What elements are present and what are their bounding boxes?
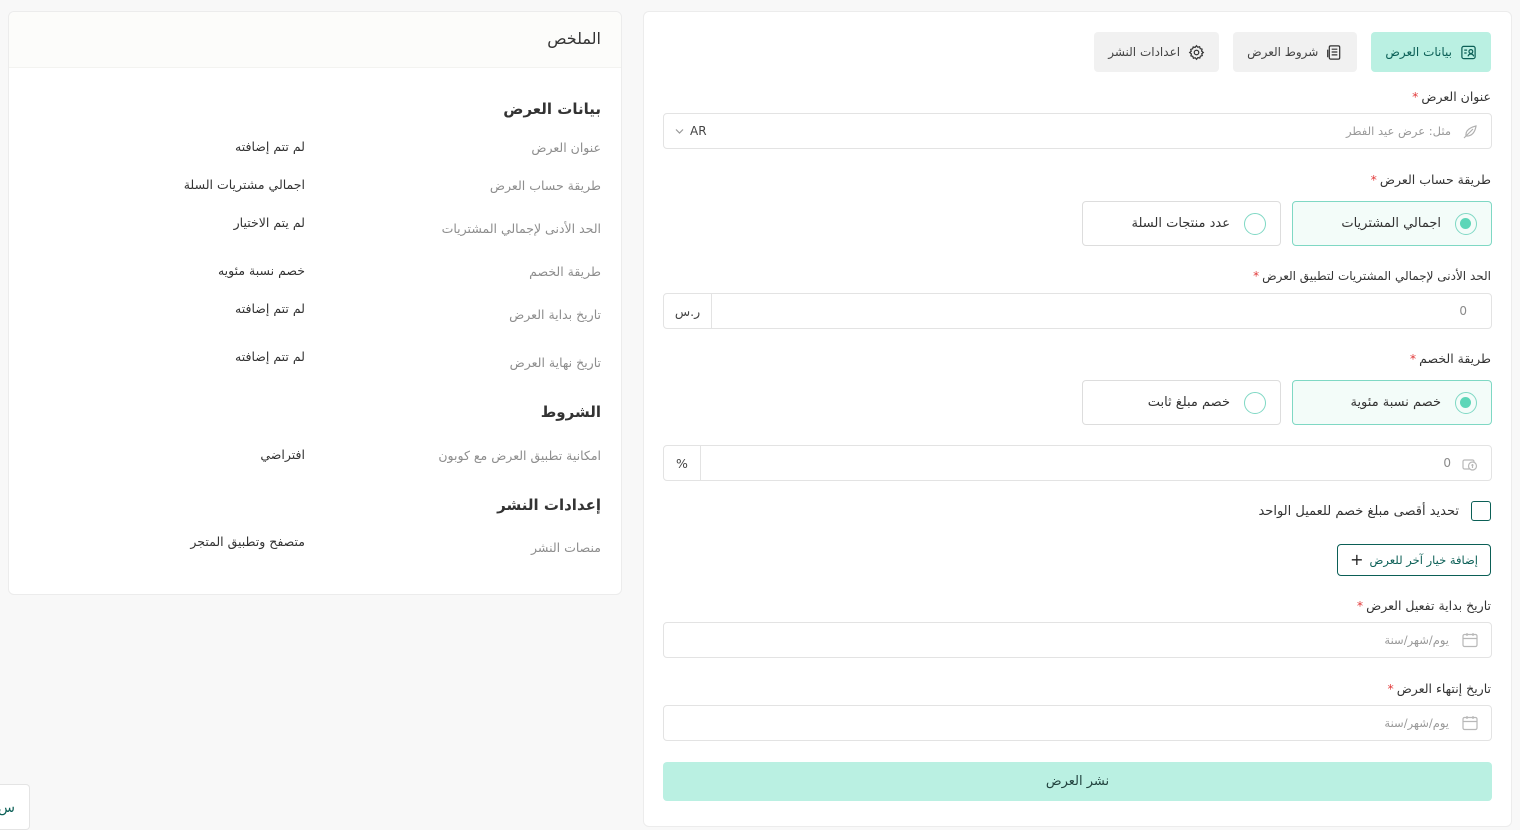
calc-method-label: طريقة حساب العرض* — [1371, 172, 1491, 187]
offer-form-card: بيانات العرض شروط العرض اعدادات النشر عن… — [643, 11, 1512, 827]
radio-cart-items-count-label: عدد منتجات السلة — [1131, 216, 1230, 231]
max-discount-checkbox-row[interactable]: تحديد أقصى مبلغ خصم للعميل الواحد — [1258, 501, 1491, 521]
radio-button-unchecked[interactable] — [1244, 212, 1266, 235]
radio-percentage-discount[interactable]: خصم نسبة مئوية — [1292, 380, 1492, 425]
summary-title: الملخص — [547, 29, 601, 48]
summary-row-key: عنوان العرض — [531, 140, 601, 155]
required-mark: * — [1370, 172, 1377, 187]
support-widget[interactable]: س — [0, 784, 30, 830]
max-discount-checkbox[interactable] — [1471, 501, 1491, 521]
summary-row-key: الحد الأدنى لإجمالي المشتريات — [441, 221, 601, 236]
required-mark: * — [1409, 351, 1417, 366]
radio-cart-items-count[interactable]: عدد منتجات السلة — [1082, 201, 1281, 246]
calendar-icon — [1462, 716, 1478, 731]
add-offer-option-button[interactable]: إضافة خيار آخر للعرض + — [1337, 544, 1491, 576]
radio-total-purchases[interactable]: اجمالي المشتريات — [1292, 201, 1492, 246]
offer-card-icon — [1461, 45, 1476, 59]
required-mark: * — [1253, 269, 1260, 283]
publish-offer-button[interactable]: نشر العرض — [663, 762, 1492, 801]
min-total-input[interactable]: 0 ر.س — [663, 293, 1492, 329]
min-total-value: 0 — [1459, 304, 1467, 318]
summary-row-value: افتراضي — [260, 447, 305, 462]
offer-title-label-text: عنوان العرض — [1421, 89, 1491, 104]
radio-total-purchases-label: اجمالي المشتريات — [1341, 216, 1441, 231]
currency-unit: ر.س — [664, 294, 712, 328]
end-date-label-text: تاريخ إنتهاء العرض — [1396, 681, 1491, 696]
summary-row-value: لم تتم إضافته — [235, 349, 305, 364]
summary-row-value: لم يتم الاختيار — [233, 215, 305, 230]
start-date-label: تاريخ بداية تفعيل العرض* — [1357, 598, 1491, 613]
end-date-label: تاريخ إنتهاء العرض* — [1387, 681, 1491, 696]
summary-row-value: لم تتم إضافته — [235, 301, 305, 316]
required-mark: * — [1356, 598, 1364, 613]
support-widget-text: س — [0, 800, 15, 816]
document-list-icon — [1327, 44, 1341, 60]
summary-row-key: تاريخ نهاية العرض — [509, 355, 601, 370]
start-date-placeholder: يوم/شهر/سنة — [1384, 633, 1449, 647]
money-icon — [1462, 459, 1478, 471]
discount-method-radio-group: خصم نسبة مئوية خصم مبلغ ثابت — [1082, 380, 1492, 425]
radio-button-checked[interactable] — [1455, 212, 1477, 235]
feather-icon — [1463, 125, 1477, 139]
summary-row-key: امكانية تطبيق العرض مع كوبون — [438, 448, 601, 463]
publish-offer-button-label: نشر العرض — [1045, 774, 1110, 789]
min-total-label-text: الحد الأدنى لإجمالي المشتريات لتطبيق الع… — [1262, 269, 1491, 283]
summary-card: الملخص بيانات العرض عنوان العرض لم تتم إ… — [8, 11, 622, 595]
calc-method-label-text: طريقة حساب العرض — [1379, 172, 1491, 187]
start-date-label-text: تاريخ بداية تفعيل العرض — [1366, 598, 1491, 613]
required-mark: * — [1387, 681, 1394, 696]
form-tabs: بيانات العرض شروط العرض اعدادات النشر — [1094, 32, 1491, 72]
radio-button-checked[interactable] — [1455, 391, 1477, 414]
discount-method-label-text: طريقة الخصم — [1419, 351, 1491, 366]
summary-row-key: تاريخ بداية العرض — [509, 307, 601, 322]
summary-header: الملخص — [9, 12, 621, 68]
offer-title-placeholder: مثل: عرض عيد الفطر — [1346, 124, 1451, 138]
radio-fixed-discount-label: خصم مبلغ ثابت — [1147, 395, 1230, 410]
percent-unit-text: % — [676, 455, 688, 471]
summary-row-key: طريقة الخصم — [529, 264, 601, 279]
language-selector-value[interactable]: AR — [690, 124, 707, 138]
tab-publish-settings[interactable]: اعدادات النشر — [1094, 32, 1220, 72]
summary-section-offer-data-title: بيانات العرض — [503, 100, 601, 118]
tab-publish-settings-label: اعدادات النشر — [1108, 45, 1181, 59]
summary-section-publish-title: إعدادات النشر — [497, 496, 601, 514]
max-discount-checkbox-label: تحديد أقصى مبلغ خصم للعميل الواحد — [1258, 503, 1459, 519]
currency-unit-text: ر.س — [674, 303, 701, 319]
offer-title-input[interactable]: مثل: عرض عيد الفطر AR — [663, 113, 1492, 149]
tab-offer-data-label: بيانات العرض — [1385, 45, 1452, 59]
percent-unit: % — [664, 446, 701, 480]
discount-method-label: طريقة الخصم* — [1410, 351, 1491, 366]
summary-row-key: طريقة حساب العرض — [489, 178, 601, 193]
offer-title-label: عنوان العرض* — [1412, 89, 1491, 104]
radio-button-unchecked[interactable] — [1244, 391, 1266, 414]
calc-method-radio-group: اجمالي المشتريات عدد منتجات السلة — [1082, 201, 1492, 246]
summary-row-value: متصفح وتطبيق المتجر — [190, 534, 305, 549]
radio-fixed-discount[interactable]: خصم مبلغ ثابت — [1082, 380, 1281, 425]
required-mark: * — [1412, 89, 1419, 104]
start-date-input[interactable]: يوم/شهر/سنة — [663, 622, 1492, 658]
summary-row-value: اجمالي مشتريات السلة — [183, 177, 305, 192]
discount-value-input[interactable]: 0 % — [663, 445, 1492, 481]
summary-section-terms-title: الشروط — [540, 403, 601, 421]
plus-icon: + — [1350, 550, 1364, 569]
chevron-down-icon[interactable] — [675, 128, 684, 135]
gear-icon — [1188, 44, 1205, 60]
add-offer-option-label: إضافة خيار آخر للعرض — [1369, 553, 1479, 567]
tab-offer-terms[interactable]: شروط العرض — [1233, 32, 1358, 72]
radio-percentage-discount-label: خصم نسبة مئوية — [1350, 395, 1441, 410]
calendar-icon — [1462, 633, 1478, 648]
end-date-placeholder: يوم/شهر/سنة — [1384, 716, 1449, 730]
summary-row-value: لم تتم إضافته — [235, 139, 305, 154]
min-total-label: الحد الأدنى لإجمالي المشتريات لتطبيق الع… — [1253, 269, 1491, 283]
tab-offer-terms-label: شروط العرض — [1247, 45, 1319, 59]
discount-value: 0 — [1443, 456, 1451, 470]
tab-offer-data[interactable]: بيانات العرض — [1371, 32, 1491, 72]
summary-row-key: منصات النشر — [531, 540, 601, 555]
end-date-input[interactable]: يوم/شهر/سنة — [663, 705, 1492, 741]
summary-row-value: خصم نسبة مئويه — [217, 263, 305, 278]
